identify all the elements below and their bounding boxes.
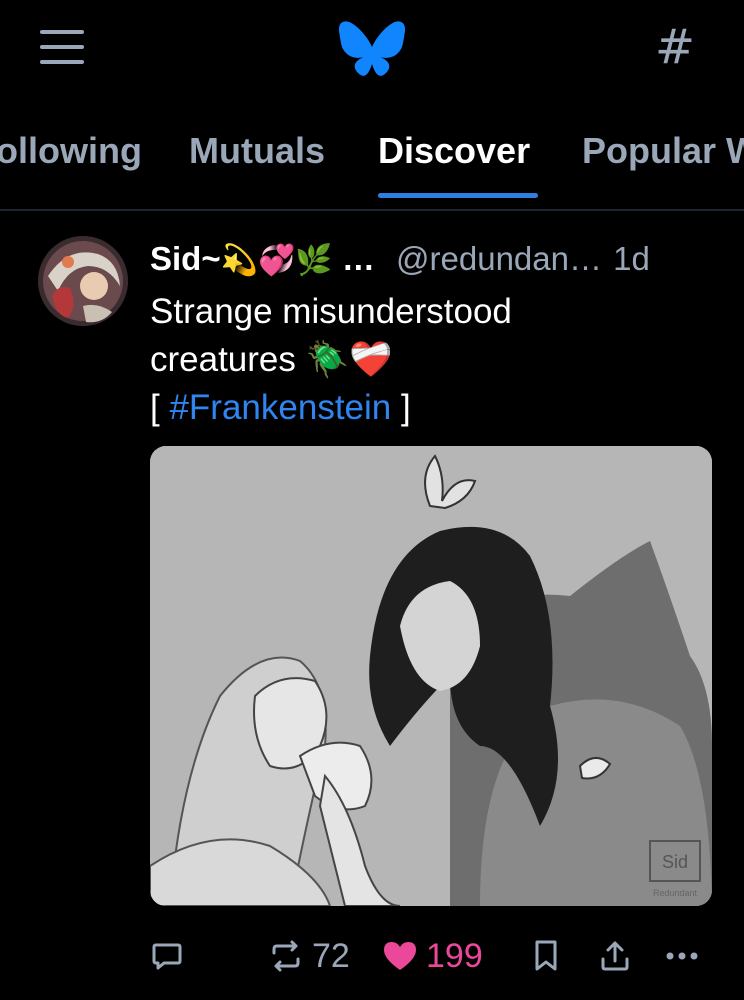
more-options-button[interactable] (664, 928, 700, 984)
bluesky-butterfly-logo[interactable] (338, 20, 406, 80)
post-text-line: creatures 🪲❤️‍🩹 (150, 336, 720, 384)
post-text-line: [ #Frankenstein ] (150, 384, 720, 432)
share-button[interactable] (598, 928, 632, 984)
signature-subtext: Redundant (653, 888, 698, 898)
repost-count: 72 (312, 936, 350, 975)
hamburger-menu-icon[interactable] (40, 30, 84, 66)
repost-button[interactable]: 72 (268, 928, 350, 984)
author-handle[interactable]: @redundan… (396, 240, 602, 277)
author-name-emojis: 💫💞🌿 (220, 244, 333, 277)
tab-popular[interactable]: Popular W (582, 130, 744, 172)
top-bar: # (0, 0, 744, 100)
more-dots-icon (666, 952, 698, 960)
post-text-emojis: 🪲❤️‍🩹 (305, 340, 393, 379)
like-button[interactable]: 199 (382, 928, 483, 984)
reply-bubble-icon (152, 943, 182, 970)
bracket-open: [ (150, 388, 170, 427)
post-image[interactable]: Sid Redundant (150, 446, 712, 906)
divider (0, 209, 744, 211)
author-name[interactable]: Sid~ (150, 240, 221, 277)
post-text-line: Strange misunderstood (150, 292, 512, 331)
share-icon (601, 941, 629, 971)
bookmark-icon (535, 940, 557, 971)
signature-text: Sid (662, 852, 688, 872)
tab-mutuals[interactable]: Mutuals (189, 130, 325, 172)
active-tab-indicator (378, 193, 538, 198)
post-text: Strange misunderstood creatures 🪲❤️‍🩹 [ … (150, 288, 720, 432)
avatar[interactable] (38, 236, 128, 326)
hashtag-link[interactable]: #Frankenstein (169, 388, 391, 427)
like-count: 199 (426, 936, 483, 975)
feed-tabs: ollowing Mutuals Discover Popular W (0, 110, 744, 200)
repost-icon (272, 940, 300, 972)
post-timestamp[interactable]: 1d (613, 240, 650, 277)
feed-post[interactable]: Sid~💫💞🌿 … @redundan… 1d Strange misunder… (0, 212, 744, 1000)
bracket-close: ] (391, 388, 411, 427)
hashtag-icon[interactable]: # (650, 22, 700, 72)
post-image-artwork: Sid Redundant (150, 446, 712, 906)
avatar-art (38, 236, 128, 326)
tab-following[interactable]: ollowing (0, 130, 142, 172)
tab-discover[interactable]: Discover (378, 130, 530, 172)
author-name-ellipsis: … (341, 240, 375, 277)
post-header: Sid~💫💞🌿 … @redundan… 1d (150, 240, 730, 284)
post-text-word: creatures (150, 340, 296, 379)
post-actions: 72 199 (0, 928, 744, 984)
heart-icon (384, 942, 416, 970)
reply-button[interactable] (150, 928, 184, 984)
bookmark-button[interactable] (532, 928, 560, 984)
